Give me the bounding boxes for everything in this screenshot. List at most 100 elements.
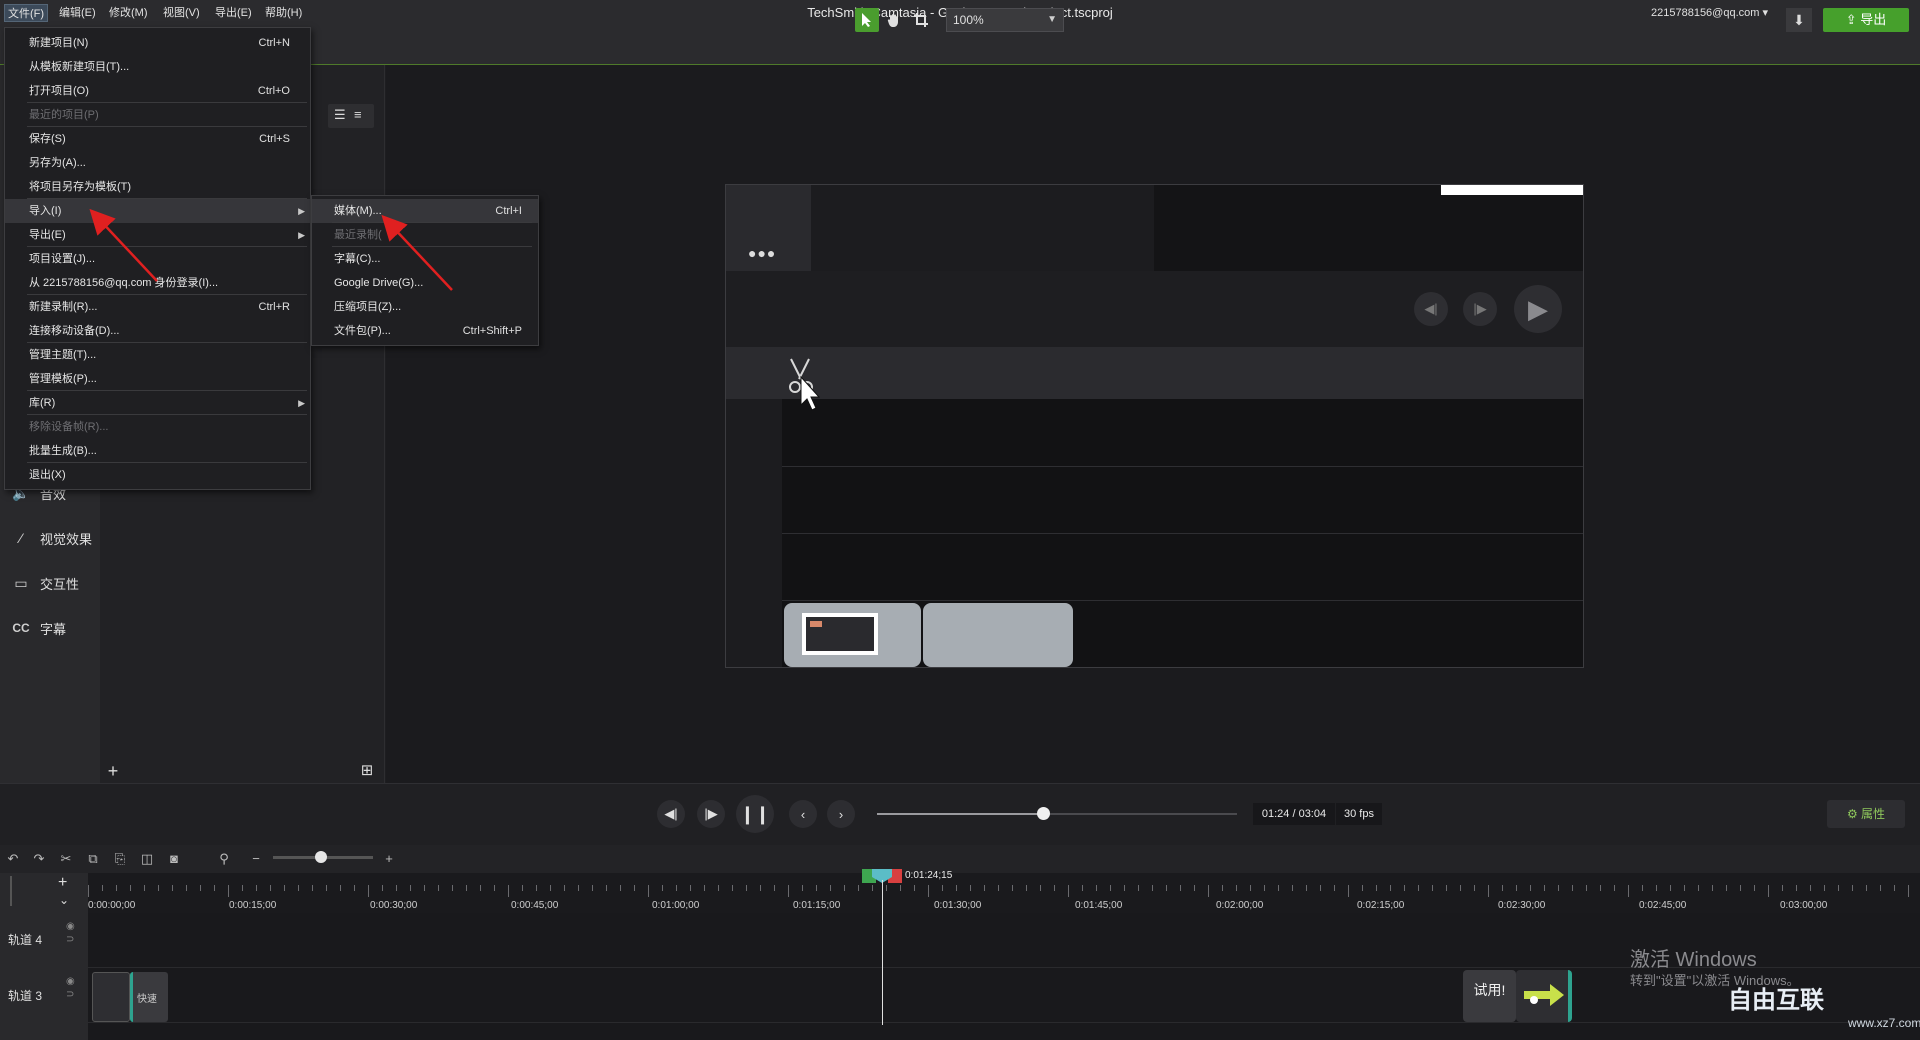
file-menu-item[interactable]: 连接移动设备(D)...: [5, 319, 310, 343]
import-submenu-item[interactable]: 压缩项目(Z)...: [312, 295, 538, 319]
ruler-tick: [1362, 885, 1363, 891]
eye-icon[interactable]: ◉: [66, 975, 75, 988]
cut-icon[interactable]: ✂: [57, 850, 75, 868]
sidebar-label: 交互性: [40, 576, 80, 592]
lock-icon[interactable]: ⊃: [66, 988, 75, 1001]
timeline-clip-quick[interactable]: 快速: [130, 972, 168, 1022]
video-preview[interactable]: ●●● ◀| |▶ ▶: [725, 184, 1584, 668]
ruler-tick: [424, 885, 425, 891]
file-menu-item[interactable]: 新建录制(R)... Ctrl+R: [5, 295, 310, 319]
menu-view[interactable]: 视图(V): [160, 4, 203, 22]
file-menu-item[interactable]: 导出(E) ▶: [5, 223, 310, 247]
step-back-button[interactable]: ◀|: [657, 800, 685, 828]
file-menu-item[interactable]: 保存(S) Ctrl+S: [5, 127, 310, 151]
scrub-handle[interactable]: [1036, 807, 1050, 820]
properties-button[interactable]: ⚙ 属性: [1827, 800, 1905, 828]
timeline-zoom-handle[interactable]: [315, 851, 327, 863]
file-menu-item[interactable]: 批量生成(B)...: [5, 439, 310, 463]
add-track-button[interactable]: +: [58, 874, 67, 892]
ruler-tick: [270, 885, 271, 891]
sidebar-item-interactivity[interactable]: ▭ 交互性: [10, 571, 79, 595]
view-toggle[interactable]: ☰ ≡: [328, 104, 374, 128]
import-submenu-item[interactable]: Google Drive(G)...: [312, 271, 538, 295]
import-submenu-item: 最近录制(: [312, 223, 538, 247]
paste-icon[interactable]: ⎘: [111, 850, 129, 868]
lock-icon[interactable]: ⊃: [66, 933, 75, 946]
sidebar-item-visual-effects[interactable]: ⁄ 视觉效果: [10, 526, 92, 550]
ruler-tick: [1670, 885, 1671, 891]
file-menu-item[interactable]: 新建项目(N) Ctrl+N: [5, 31, 310, 55]
arrow-callout-clip[interactable]: [1516, 970, 1572, 1022]
menu-export[interactable]: 导出(E): [212, 4, 255, 22]
zoom-out-icon[interactable]: −: [247, 850, 265, 868]
site-logo: 自由互联: [1728, 987, 1824, 1014]
ruler-tick: [1054, 885, 1055, 891]
menu-item-label: 打开项目(O): [29, 85, 89, 97]
ruler-tick: [1614, 885, 1615, 891]
pan-tool-button[interactable]: [882, 8, 906, 32]
menu-file[interactable]: 文件(F): [4, 4, 49, 22]
preview-controls-band: [726, 271, 1583, 347]
file-menu-item[interactable]: 管理主题(T)...: [5, 343, 310, 367]
grid-view-button[interactable]: ⊞: [352, 760, 382, 782]
menu-item-label: 保存(S): [29, 133, 66, 145]
next-marker-button[interactable]: ›: [827, 800, 855, 828]
undo-icon[interactable]: ↶: [4, 850, 22, 868]
magnifier-icon[interactable]: ⚲: [215, 850, 233, 868]
import-submenu-item[interactable]: 文件包(P)... Ctrl+Shift+P: [312, 319, 538, 343]
import-submenu-item[interactable]: 媒体(M)... Ctrl+I: [312, 199, 538, 223]
pause-button[interactable]: ❙❙: [736, 795, 774, 833]
download-button[interactable]: ⬇: [1786, 8, 1812, 32]
ruler-tick: [1698, 885, 1699, 891]
file-menu-item[interactable]: 将项目另存为模板(T): [5, 175, 310, 199]
redo-icon[interactable]: ↷: [30, 850, 48, 868]
ruler-tick: [1152, 885, 1153, 891]
menu-help[interactable]: 帮助(H): [262, 4, 305, 22]
step-forward-button[interactable]: |▶: [697, 800, 725, 828]
track-3-controls[interactable]: ◉ ⊃: [66, 975, 75, 1001]
select-tool-button[interactable]: [855, 8, 879, 32]
timeline-clip[interactable]: [92, 972, 130, 1022]
export-button[interactable]: ⇪ 导出: [1823, 8, 1909, 32]
file-menu-item[interactable]: 打开项目(O) Ctrl+O: [5, 79, 310, 103]
add-media-button[interactable]: +: [101, 760, 125, 782]
copy-icon[interactable]: ⧉: [84, 850, 102, 868]
split-icon[interactable]: ◫: [138, 850, 156, 868]
sidebar-item-captions[interactable]: CC 字幕: [10, 616, 66, 640]
ruler-tick: [1502, 885, 1503, 891]
file-menu-item[interactable]: 退出(X): [5, 463, 310, 487]
file-menu-item[interactable]: 管理模板(P)...: [5, 367, 310, 391]
file-menu-item[interactable]: 从 2215788156@qq.com 身份登录(I)...: [5, 271, 310, 295]
eye-icon[interactable]: ◉: [66, 920, 75, 933]
ruler-tick: [1544, 885, 1545, 891]
activation-watermark-title: 激活 Windows: [1630, 949, 1757, 971]
account-menu[interactable]: 2215788156@qq.com ▾: [1651, 6, 1768, 19]
ruler-tick: [382, 885, 383, 891]
import-submenu-item[interactable]: 字幕(C)...: [312, 247, 538, 271]
ruler-tick: [1908, 885, 1909, 897]
collapse-tracks-button[interactable]: ⌄: [59, 893, 69, 907]
file-menu-item[interactable]: 另存为(A)...: [5, 151, 310, 175]
track-4-controls[interactable]: ◉ ⊃: [66, 920, 75, 946]
ruler-tick: [1810, 885, 1811, 891]
ruler-tick: [830, 885, 831, 891]
ruler-tick: [1068, 885, 1069, 897]
file-menu-item[interactable]: 导入(I) ▶: [5, 199, 310, 223]
crop-tool-button[interactable]: [909, 8, 933, 32]
file-menu-item[interactable]: 从模板新建项目(T)...: [5, 55, 310, 79]
menu-edit[interactable]: 编辑(E): [56, 4, 99, 22]
ruler-tick: [438, 885, 439, 891]
track-height-slider[interactable]: [10, 876, 18, 906]
camera-icon[interactable]: ◙: [165, 850, 183, 868]
ruler-tick: [284, 885, 285, 891]
file-menu-item[interactable]: 库(R) ▶: [5, 391, 310, 415]
previous-marker-button[interactable]: ‹: [789, 800, 817, 828]
try-callout-clip[interactable]: 试用!: [1463, 970, 1516, 1022]
zoom-in-icon[interactable]: +: [380, 850, 398, 868]
file-menu-item[interactable]: 项目设置(J)...: [5, 247, 310, 271]
zoom-select[interactable]: 100% ▼: [946, 8, 1064, 32]
menu-modify[interactable]: 修改(M): [106, 4, 151, 22]
ruler-tick: [1278, 885, 1279, 891]
ruler-tick: [592, 885, 593, 891]
timeline-ruler[interactable]: 0:00:00;00 0:00:15;00 0:00:30;00 0:00:45;00…: [88, 873, 1920, 913]
